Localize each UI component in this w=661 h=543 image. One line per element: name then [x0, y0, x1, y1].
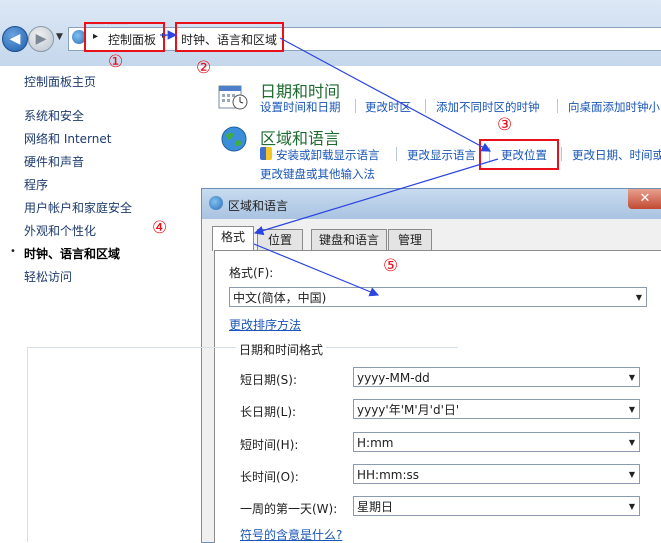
arrow-3: [253, 158, 499, 236]
annotation-arrows: [160, 30, 499, 297]
arrow-4: [253, 243, 380, 297]
arrow-2: [279, 37, 492, 152]
